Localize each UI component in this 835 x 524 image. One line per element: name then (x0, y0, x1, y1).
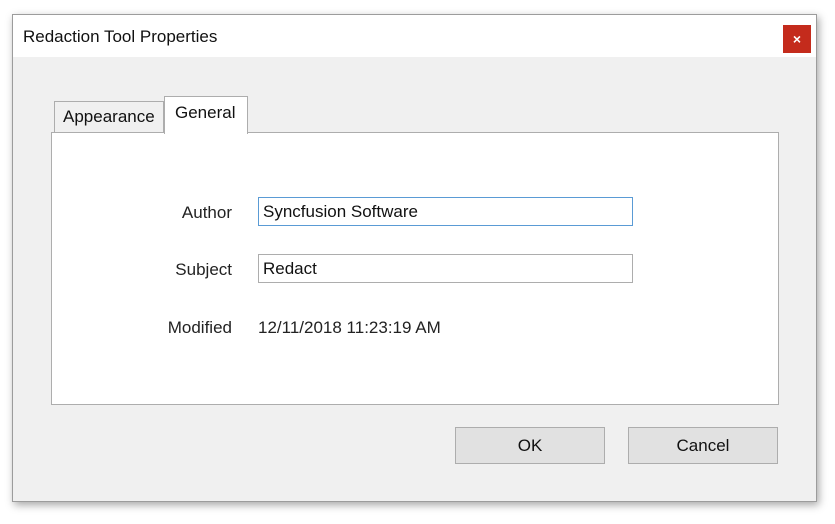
author-label: Author (181, 203, 232, 222)
general-tab-panel: Author Subject Modified 12/11/2018 11:23… (51, 132, 779, 405)
modified-label: Modified (167, 318, 232, 337)
modified-value: 12/11/2018 11:23:19 AM (258, 318, 441, 337)
tab-general-label: General (175, 103, 236, 122)
author-input[interactable] (258, 197, 633, 226)
ok-button[interactable]: OK (455, 427, 605, 464)
subject-label: Subject (175, 260, 232, 279)
cancel-button[interactable]: Cancel (628, 427, 778, 464)
window-title: Redaction Tool Properties (23, 27, 218, 46)
tab-appearance-label: Appearance (63, 107, 155, 126)
tab-general[interactable]: General (164, 96, 248, 134)
tab-appearance[interactable]: Appearance (54, 101, 164, 132)
title-bar: Redaction Tool Properties × (13, 15, 816, 57)
close-button[interactable]: × (783, 25, 811, 53)
close-icon: × (792, 31, 802, 47)
subject-input[interactable] (258, 254, 633, 283)
redaction-tool-properties-dialog: Redaction Tool Properties × Appearance G… (12, 14, 817, 502)
